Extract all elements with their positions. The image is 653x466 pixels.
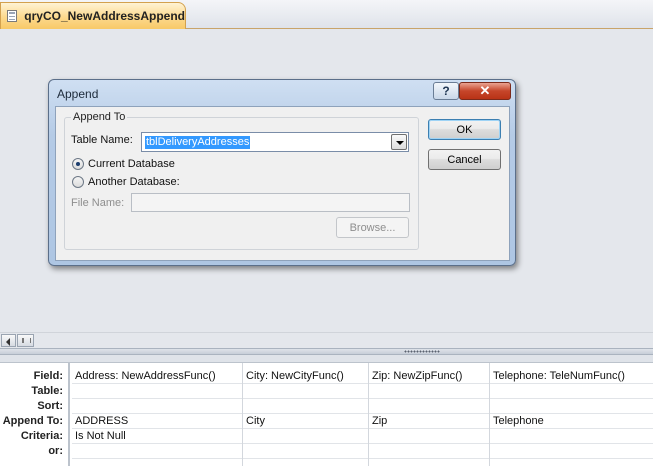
- query-design-grid: Field: Table: Sort: Append To: Criteria:…: [0, 355, 653, 466]
- browse-button[interactable]: Browse...: [336, 217, 409, 238]
- criteria-cell[interactable]: [369, 429, 489, 444]
- column-selector-bar[interactable]: [0, 355, 653, 363]
- grid-column-2: City: NewCityFunc() City: [243, 363, 369, 466]
- append-to-cell[interactable]: ADDRESS: [72, 414, 242, 429]
- sort-cell[interactable]: [490, 399, 653, 414]
- field-cell[interactable]: Address: NewAddressFunc(): [72, 369, 242, 384]
- criteria-cell[interactable]: [243, 429, 368, 444]
- row-label-sort: Sort:: [37, 400, 63, 412]
- current-database-radio[interactable]: [72, 158, 84, 170]
- criteria-cell[interactable]: Is Not Null: [72, 429, 242, 444]
- sort-cell[interactable]: [369, 399, 489, 414]
- table-cell[interactable]: [243, 384, 368, 399]
- grid-column-3: Zip: NewZipFunc() Zip: [369, 363, 490, 466]
- file-name-label: File Name:: [71, 197, 125, 209]
- field-cell[interactable]: City: NewCityFunc(): [243, 369, 368, 384]
- close-icon: ✕: [479, 83, 491, 98]
- or-cell[interactable]: [490, 444, 653, 459]
- help-icon: ?: [442, 84, 450, 98]
- grid-column-4: Telephone: TeleNumFunc() Telephone: [490, 363, 653, 466]
- query-icon: [7, 10, 18, 22]
- table-cell[interactable]: [369, 384, 489, 399]
- field-cell[interactable]: Telephone: TeleNumFunc(): [490, 369, 653, 384]
- append-to-cell[interactable]: Zip: [369, 414, 489, 429]
- row-labels: Field: Table: Sort: Append To: Criteria:…: [0, 363, 70, 466]
- or-cell[interactable]: [369, 444, 489, 459]
- table-cell[interactable]: [490, 384, 653, 399]
- row-label-or: or:: [48, 445, 63, 457]
- append-to-cell[interactable]: Telephone: [490, 414, 653, 429]
- another-database-label[interactable]: Another Database:: [88, 176, 180, 188]
- grid-column-1: Address: NewAddressFunc() ADDRESS Is Not…: [72, 363, 243, 466]
- ok-button[interactable]: OK: [428, 119, 501, 140]
- table-name-label: Table Name:: [71, 134, 133, 146]
- query-document-tab[interactable]: qryCO_NewAddressAppend: [0, 2, 186, 29]
- close-button[interactable]: ✕: [459, 82, 511, 100]
- criteria-cell[interactable]: [490, 429, 653, 444]
- row-label-append-to: Append To:: [2, 415, 63, 427]
- dialog-title: Append: [57, 87, 99, 101]
- field-cell[interactable]: Zip: NewZipFunc(): [369, 369, 489, 384]
- file-name-field[interactable]: [131, 193, 410, 212]
- sort-cell[interactable]: [72, 399, 242, 414]
- dialog-body: Append To Table Name: tblDeliveryAddress…: [55, 106, 510, 261]
- current-database-label[interactable]: Current Database: [88, 158, 175, 170]
- or-cell[interactable]: [243, 444, 368, 459]
- horizontal-scrollbar[interactable]: [0, 332, 653, 348]
- scroll-left-arrow-icon[interactable]: [1, 334, 16, 347]
- append-to-cell[interactable]: City: [243, 414, 368, 429]
- pane-splitter[interactable]: [0, 348, 653, 355]
- splitter-grip-icon[interactable]: [404, 350, 440, 353]
- table-cell[interactable]: [72, 384, 242, 399]
- row-label-table: Table:: [31, 385, 63, 397]
- dropdown-arrow-icon[interactable]: [391, 134, 407, 150]
- cancel-button[interactable]: Cancel: [428, 149, 501, 170]
- query-tab-label: qryCO_NewAddressAppend: [24, 9, 185, 23]
- table-name-combobox[interactable]: tblDeliveryAddresses: [141, 132, 409, 152]
- row-label-field: Field:: [33, 370, 63, 382]
- table-name-value[interactable]: tblDeliveryAddresses: [145, 136, 251, 149]
- append-to-group: Append To Table Name: tblDeliveryAddress…: [64, 111, 419, 250]
- help-button[interactable]: ?: [433, 82, 459, 100]
- append-dialog: Append ? ✕ Append To Table Name: tblDeli…: [48, 79, 516, 266]
- row-label-criteria: Criteria:: [20, 430, 63, 442]
- scroll-thumb[interactable]: [17, 334, 34, 347]
- or-cell[interactable]: [72, 444, 242, 459]
- sort-cell[interactable]: [243, 399, 368, 414]
- document-tab-bar: qryCO_NewAddressAppend: [0, 0, 653, 29]
- another-database-radio[interactable]: [72, 176, 84, 188]
- group-title: Append To: [71, 111, 128, 123]
